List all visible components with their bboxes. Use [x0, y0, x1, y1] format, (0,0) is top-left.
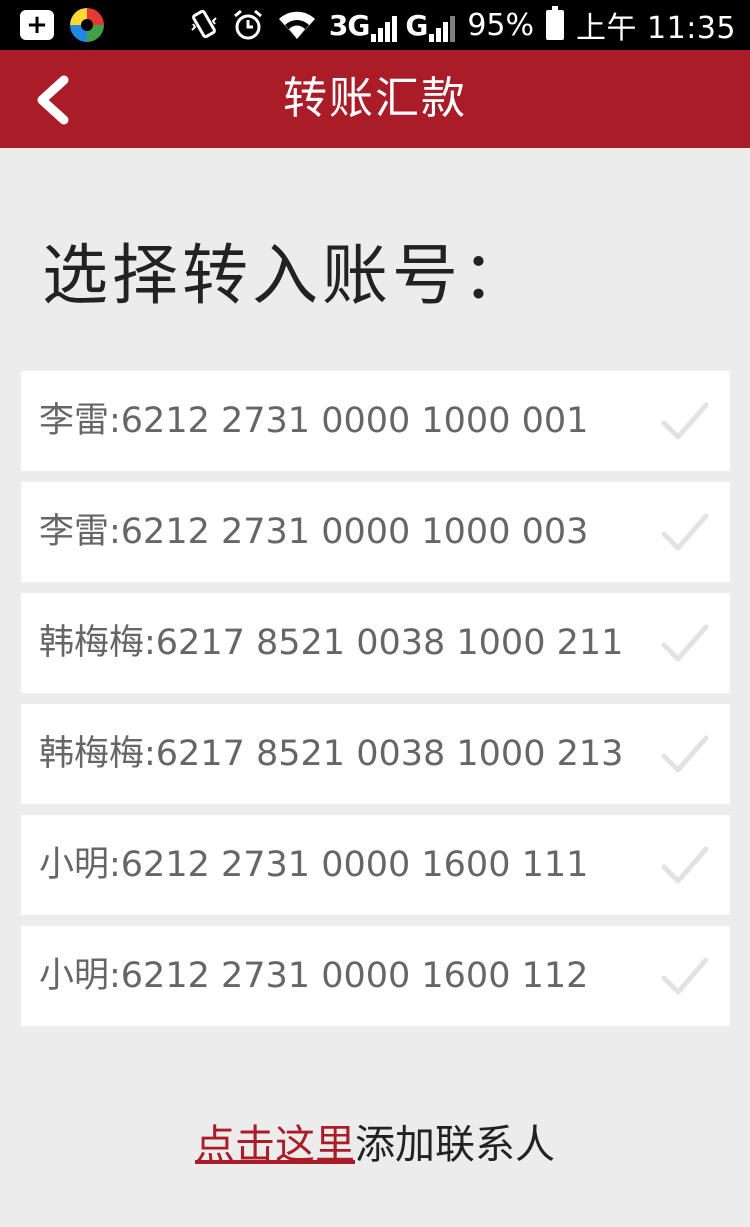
- account-item[interactable]: 韩梅梅:6217 8521 0038 1000 211: [21, 593, 730, 693]
- clock: 上午 11:35: [576, 11, 736, 46]
- add-contact-text: 添加联系人: [355, 1122, 555, 1168]
- check-icon: [661, 735, 709, 773]
- account-item[interactable]: 小明:6212 2731 0000 1600 111: [21, 815, 730, 915]
- pinwheel-app-icon: [70, 8, 104, 42]
- check-icon: [661, 957, 709, 995]
- notification-icons: +: [20, 7, 104, 43]
- add-notification-icon: +: [20, 10, 54, 40]
- check-icon: [661, 624, 709, 662]
- nav-bar: 转账汇款: [0, 50, 750, 148]
- check-icon: [661, 513, 709, 551]
- select-account-heading: 选择转入账号：: [42, 237, 532, 314]
- status-bar: + 3G G 95% 上午 11:35: [0, 0, 750, 50]
- alarm-icon: [231, 8, 265, 42]
- signal-bars-2: [429, 12, 456, 42]
- account-list: 李雷:6212 2731 0000 1000 001 李雷:6212 2731 …: [21, 371, 730, 1037]
- account-label: 李雷:6212 2731 0000 1000 001: [39, 401, 589, 441]
- wifi-icon: [277, 9, 317, 41]
- account-label: 小明:6212 2731 0000 1600 111: [39, 845, 589, 885]
- signal-icon: 3G G: [328, 8, 456, 42]
- account-label: 李雷:6212 2731 0000 1000 003: [39, 512, 589, 552]
- battery-icon: [546, 6, 564, 40]
- account-item[interactable]: 李雷:6212 2731 0000 1000 001: [21, 371, 730, 471]
- check-icon: [661, 402, 709, 440]
- page-title: 转账汇款: [283, 73, 467, 124]
- signal-bars-1: [371, 12, 398, 42]
- add-contact-line: 点击这里添加联系人: [0, 1112, 750, 1170]
- battery-percent: 95%: [467, 7, 534, 43]
- account-label: 韩梅梅:6217 8521 0038 1000 213: [39, 734, 624, 774]
- account-label: 韩梅梅:6217 8521 0038 1000 211: [39, 623, 624, 663]
- system-icons: 3G G 95% 上午 11:35: [189, 0, 736, 50]
- account-item[interactable]: 韩梅梅:6217 8521 0038 1000 213: [21, 704, 730, 804]
- network-type-2: G: [405, 8, 428, 42]
- add-contact-link[interactable]: 点击这里: [195, 1122, 355, 1168]
- account-item[interactable]: 李雷:6212 2731 0000 1000 003: [21, 482, 730, 582]
- check-icon: [661, 846, 709, 884]
- vibrate-icon: [189, 8, 219, 42]
- account-item[interactable]: 小明:6212 2731 0000 1600 112: [21, 926, 730, 1026]
- account-label: 小明:6212 2731 0000 1600 112: [39, 956, 589, 996]
- network-type-1: 3G: [328, 8, 370, 42]
